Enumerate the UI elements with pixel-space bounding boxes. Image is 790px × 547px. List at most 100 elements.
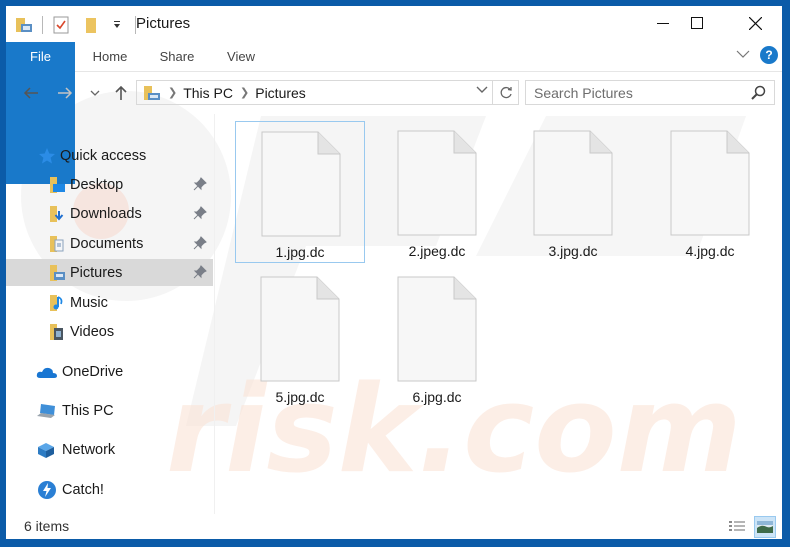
help-button[interactable]: ? [760,46,778,64]
up-arrow-icon [115,85,127,100]
file-item[interactable]: 3.jpg.dc [508,121,638,263]
file-name: 4.jpg.dc [685,243,735,259]
back-arrow-icon [23,87,38,99]
sidebar-item-label: OneDrive [62,363,124,380]
pictures-folder-icon [48,264,66,282]
sidebar-item-pictures[interactable]: Pictures [6,259,213,286]
maximize-button[interactable] [674,6,720,40]
tab-home[interactable]: Home [84,42,136,72]
sidebar-item-label: Music [70,294,108,311]
sidebar-item-videos[interactable]: Videos [6,318,213,345]
documents-folder-icon [48,235,66,253]
item-count: 6 items [24,518,70,534]
breadcrumb-separator-icon: ❯ [240,87,250,99]
customize-dropdown-icon[interactable] [107,15,127,35]
videos-folder-icon [48,323,66,341]
generic-file-icon [670,130,750,236]
sidebar-item-downloads[interactable]: Downloads [6,200,213,227]
sidebar-item-label: Network [62,441,116,458]
close-icon [748,16,762,30]
file-item[interactable]: 5.jpg.dc [235,267,365,409]
search-box[interactable] [525,80,775,105]
properties-icon[interactable] [51,15,71,35]
status-bar: 6 items [6,514,782,539]
file-item[interactable]: 4.jpg.dc [645,121,775,263]
recent-locations-button[interactable] [88,80,102,106]
breadcrumb-separator-icon: ❯ [168,87,178,99]
pin-icon[interactable] [193,265,207,283]
sidebar-item-network[interactable]: Network [6,436,213,463]
refresh-button[interactable] [493,80,519,105]
navigation-pane: Quick access Desktop Downloads Documents [6,114,214,514]
close-button[interactable] [732,6,778,40]
forward-button[interactable] [54,80,76,106]
address-history-dropdown[interactable] [476,85,488,97]
chevron-down-icon [476,86,488,93]
catch-icon [36,480,58,499]
new-folder-icon[interactable] [81,15,101,35]
generic-file-icon [533,130,613,236]
sidebar-item-music[interactable]: Music [6,289,213,316]
sidebar-item-catch[interactable]: Catch! [6,476,213,503]
explorer-window: risk.com Pictures File Home Share View ?… [6,6,782,539]
pin-icon[interactable] [193,236,207,254]
sidebar-item-label: This PC [62,402,114,419]
up-button[interactable] [110,80,132,106]
desktop-folder-icon [48,176,66,194]
tab-view[interactable]: View [218,42,264,72]
expand-ribbon-chevron-icon[interactable] [736,46,750,64]
sidebar-item-this-pc[interactable]: This PC [6,397,213,424]
address-bar[interactable]: ❯ This PC ❯ Pictures [136,80,493,105]
music-folder-icon [48,294,66,312]
breadcrumb-pictures[interactable]: Pictures [255,85,306,101]
file-item[interactable]: 6.jpg.dc [372,267,502,409]
file-list: 1.jpg.dc 2.jpeg.dc 3.jpg.dc 4.jpg.dc 5.j… [216,114,782,514]
explorer-folder-icon[interactable] [14,15,34,35]
file-name: 2.jpeg.dc [408,243,466,259]
file-name: 5.jpg.dc [275,389,325,405]
quick-access-toolbar [14,15,144,35]
toolbar-separator [42,16,43,34]
breadcrumb-this-pc[interactable]: This PC [183,85,233,101]
downloads-folder-icon [48,205,66,223]
onedrive-icon [36,363,58,381]
sidebar-item-label: Videos [70,323,115,340]
details-view-icon [729,521,745,531]
title-bar: Pictures [6,6,782,42]
navigation-bar: ❯ This PC ❯ Pictures [6,76,782,110]
pane-divider[interactable] [214,114,215,514]
forward-arrow-icon [58,87,73,99]
sidebar-item-documents[interactable]: Documents [6,230,213,257]
tab-share[interactable]: Share [152,42,202,72]
sidebar-item-label: Quick access [60,147,147,164]
ribbon-tabs: File Home Share View ? [6,42,782,184]
network-icon [36,441,58,459]
sidebar-item-onedrive[interactable]: OneDrive [6,358,213,385]
file-item[interactable]: 2.jpeg.dc [372,121,502,263]
generic-file-icon [397,130,477,236]
sidebar-item-label: Desktop [70,176,124,193]
pin-icon[interactable] [193,206,207,224]
generic-file-icon [260,276,340,382]
sidebar-item-quick-access[interactable]: Quick access [6,142,213,169]
this-pc-icon [36,402,58,420]
file-name: 1.jpg.dc [275,244,325,260]
pin-icon[interactable] [193,177,207,195]
sidebar-item-desktop[interactable]: Desktop [6,171,213,198]
search-icon[interactable] [750,85,766,106]
large-icons-view-icon [757,521,773,533]
sidebar-item-label: Catch! [62,481,104,498]
window-title: Pictures [136,15,191,32]
sidebar-item-label: Pictures [70,264,123,281]
details-view-button[interactable] [726,516,748,538]
file-item[interactable]: 1.jpg.dc [235,121,365,263]
sidebar-item-label: Documents [70,235,144,252]
large-icons-view-button[interactable] [754,516,776,538]
file-name: 3.jpg.dc [548,243,598,259]
search-input[interactable] [526,84,741,101]
chevron-down-icon [90,90,100,96]
back-button[interactable] [20,80,42,106]
minimize-icon [657,23,669,24]
file-name: 6.jpg.dc [412,389,462,405]
sidebar-item-label: Downloads [70,205,142,222]
